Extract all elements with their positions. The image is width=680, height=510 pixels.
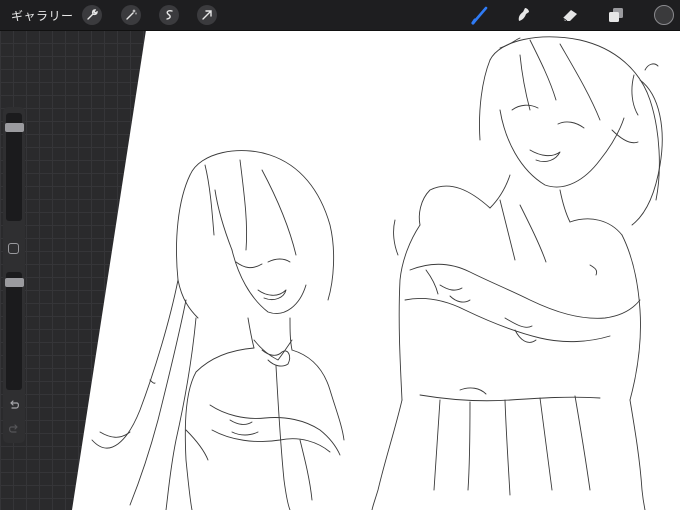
layers-button[interactable] xyxy=(604,3,628,27)
color-picker-button[interactable] xyxy=(654,5,674,25)
smudge-icon xyxy=(518,8,529,21)
actions-button[interactable] xyxy=(82,5,102,25)
eraser-tool-button[interactable] xyxy=(558,3,582,27)
undo-icon xyxy=(10,400,19,409)
undo-button[interactable] xyxy=(6,399,22,413)
brush-tool-button[interactable] xyxy=(468,3,492,27)
left-sidebar xyxy=(3,107,25,443)
transform-button[interactable] xyxy=(197,5,217,25)
wrench-icon xyxy=(87,9,98,20)
transform-arrow-icon xyxy=(202,10,212,20)
drawing-canvas[interactable] xyxy=(0,30,680,510)
layers-icon xyxy=(609,8,623,22)
redo-icon xyxy=(9,424,18,433)
modify-button[interactable] xyxy=(8,243,19,254)
magic-wand-icon xyxy=(126,9,137,20)
brush-size-thumb[interactable] xyxy=(5,123,24,132)
opacity-thumb[interactable] xyxy=(5,278,24,287)
smudge-tool-button[interactable] xyxy=(511,3,535,27)
redo-button[interactable] xyxy=(6,423,22,437)
adjustments-button[interactable] xyxy=(121,5,141,25)
gallery-button[interactable]: ギャラリー xyxy=(11,7,74,24)
selection-icon xyxy=(166,10,173,20)
selection-button[interactable] xyxy=(159,5,179,25)
top-toolbar: ギャラリー xyxy=(0,0,680,31)
opacity-slider[interactable] xyxy=(5,272,24,390)
brush-icon xyxy=(471,6,488,25)
brush-size-slider[interactable] xyxy=(5,113,24,221)
canvas-paper xyxy=(72,30,680,510)
eraser-icon xyxy=(562,10,577,22)
